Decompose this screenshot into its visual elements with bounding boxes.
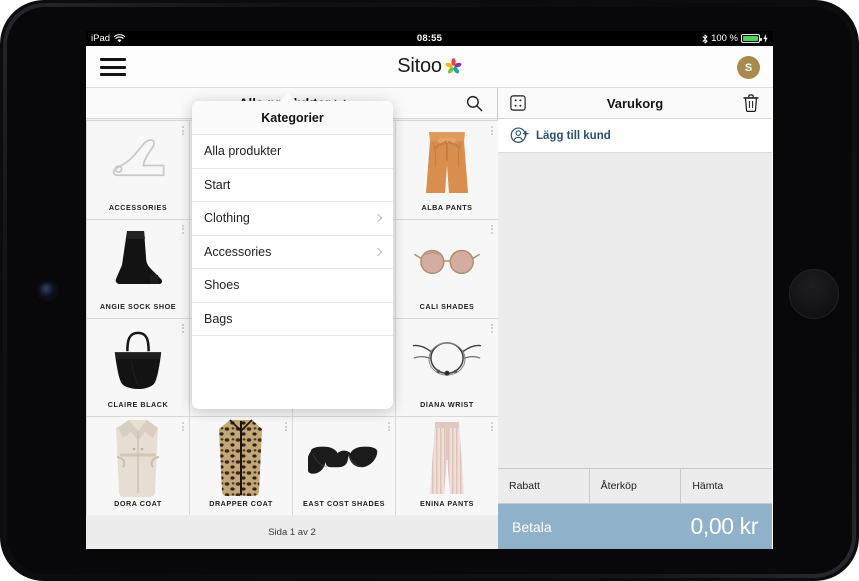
black-hobo-handbag-image [87,319,189,401]
orange-paperbag-pants-image [396,121,498,203]
add-customer-label: Lägg till kund [536,129,611,142]
cart-title: Varukorg [606,95,664,111]
logo-text: Sitoo [397,55,442,77]
category-item-label: Alla produkter [204,144,282,159]
cart-pane: Varukorg Lägg till kund Rabatt Återköp H… [498,88,773,549]
product-tile[interactable]: DRAPPER COAT [190,417,292,515]
category-item-clothing[interactable]: Clothing [192,202,393,236]
app-body: Alla produkter ACCESSORIES [86,88,773,549]
product-tile[interactable]: ANGIE SOCK SHOE [87,219,189,318]
sitoo-pinwheel-icon [445,58,462,74]
more-vertical-icon[interactable] [491,323,493,333]
round-pink-sunglasses-image [396,220,498,302]
chevron-right-icon [373,247,383,256]
product-name: ALBA PANTS [421,202,473,212]
avatar-initial: S [744,61,753,74]
avatar[interactable]: S [737,56,760,79]
categories-list: Alla produkter Start Clothing Accessories Sh… [192,135,393,336]
cart-action-label: Rabatt [509,480,540,492]
product-tile[interactable]: EAST COST SHADES [293,417,395,515]
cart-action-label: Återköp [600,480,637,492]
cart-action-återköp[interactable]: Återköp [589,469,681,503]
more-vertical-icon[interactable] [182,224,184,234]
status-bar-clock: 08:55 [416,33,443,44]
category-item-label: Accessories [204,244,272,259]
beaded-bracelet-image [396,319,498,401]
cart-action-bar: Rabatt Återköp Hämta [498,468,773,503]
category-item-label: Shoes [204,278,240,293]
popover-title: Kategorier [192,101,393,135]
product-name: ANGIE SOCK SHOE [99,301,177,311]
categories-popover: Kategorier Alla produkter Start Clothing Ac… [192,101,393,409]
tablet-device: iPad 08:55 100 % Sitoo S ACCESSORIES ALB… [0,0,859,581]
trash-can-icon[interactable] [743,94,759,112]
product-name: CLAIRE BLACK [107,400,169,410]
sitoo-logo: Sitoo [86,55,773,78]
black-ankle-boot-image [87,220,189,302]
product-tile[interactable]: DIANA WRIST [396,318,498,417]
cart-toolbar: Varukorg [498,88,772,119]
product-name: DIANA WRIST [420,400,474,410]
tablet-screen: iPad 08:55 100 % Sitoo S ACCESSORIES ALB… [86,31,773,549]
product-name: ENINA PANTS [420,499,474,508]
category-item-label: Bags [204,311,233,326]
more-vertical-icon[interactable] [285,422,287,432]
category-item-start[interactable]: Start [192,169,393,202]
add-customer-button[interactable]: Lägg till kund [498,119,772,153]
product-tile[interactable]: CALI SHADES [396,219,498,318]
more-vertical-icon[interactable] [182,126,184,135]
category-item-bags[interactable]: Bags [192,303,393,336]
pay-total: 0,00 kr [690,513,758,539]
product-name: DRAPPER COAT [209,499,273,508]
product-tile[interactable]: ACCESSORIES [87,121,189,219]
category-item-accessories[interactable]: Accessories [192,236,393,269]
more-vertical-icon[interactable] [491,422,493,432]
product-name: ACCESSORIES [108,202,168,212]
more-vertical-icon[interactable] [491,224,493,234]
scan-barcode-icon[interactable] [510,95,526,111]
category-item-label: Clothing [204,211,250,226]
home-button[interactable] [789,269,839,319]
catalog-pane: Alla produkter ACCESSORIES [86,88,498,549]
product-tile[interactable]: CLAIRE BLACK [87,318,189,417]
pay-label: Betala [512,518,552,535]
cart-action-rabatt[interactable]: Rabatt [498,469,589,503]
product-tile[interactable]: ENINA PANTS [396,417,498,515]
product-name: DORA COAT [114,499,162,508]
more-vertical-icon[interactable] [491,126,493,135]
beige-trench-coat-image [87,417,189,499]
chevron-right-icon [373,214,383,223]
popover-arrow [279,93,297,102]
battery-percent-label: 100 % [711,33,738,44]
ios-status-bar: iPad 08:55 100 % [86,31,773,46]
charging-bolt-icon [763,34,768,43]
more-vertical-icon[interactable] [388,422,390,432]
app-header: Sitoo S [86,46,773,88]
cart-action-label: Hämta [692,480,724,492]
status-bar-right: 100 % [702,31,768,46]
cart-action-hämta[interactable]: Hämta [681,469,773,503]
category-item-shoes[interactable]: Shoes [192,269,393,303]
cart-items-area [498,153,772,468]
category-item-alla-produkter[interactable]: Alla produkter [192,135,393,169]
battery-icon [741,34,762,43]
product-tile[interactable]: DORA COAT [87,417,189,515]
front-camera-icon [40,283,55,298]
product-name: EAST COST SHADES [303,499,385,508]
add-person-icon [510,127,529,143]
leopard-print-coat-image [190,417,292,499]
category-item-label: Start [204,177,231,192]
pay-button[interactable]: Betala 0,00 kr [498,503,772,549]
more-vertical-icon[interactable] [182,323,184,333]
search-icon[interactable] [466,95,483,112]
pink-striped-pants-image [396,417,498,499]
pagination-label: Sida 1 av 2 [86,515,498,549]
product-name: CALI SHADES [419,301,475,311]
bluetooth-icon [702,34,708,43]
black-cateye-sunglasses-image [293,417,395,499]
high-heel-shoe-outline-image [87,121,189,203]
more-vertical-icon[interactable] [182,422,184,432]
product-tile[interactable]: ALBA PANTS [396,121,498,219]
